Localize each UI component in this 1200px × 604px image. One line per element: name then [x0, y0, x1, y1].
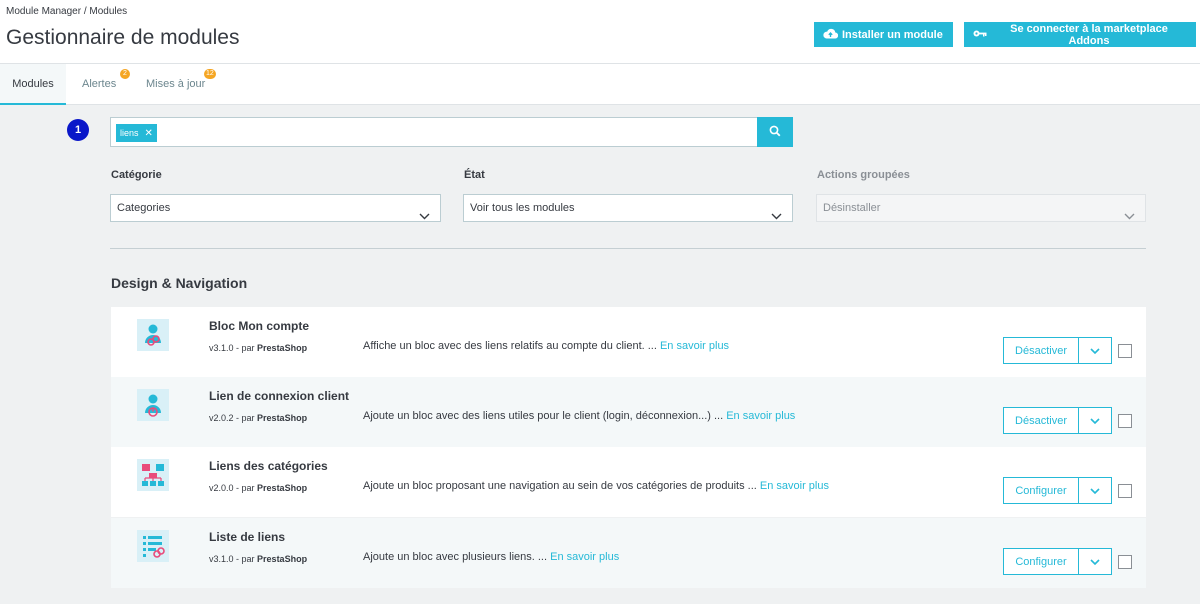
module-name: Liste de liens — [209, 530, 286, 544]
learn-more-link[interactable]: En savoir plus — [550, 551, 619, 563]
module-actions: Désactiver — [1003, 337, 1112, 364]
module-version: v3.1.0 - par PrestaShop — [209, 343, 308, 353]
category-select-value: Categories — [117, 202, 171, 214]
chevron-down-icon — [1090, 555, 1100, 569]
category-filter-label: Catégorie — [111, 169, 162, 181]
tab-label: Modules — [12, 78, 54, 90]
module-description: Ajoute un bloc proposant une navigation … — [363, 480, 829, 492]
tab-modules[interactable]: Modules — [0, 64, 66, 105]
search-icon — [769, 125, 781, 140]
update-count-badge: 12 — [204, 69, 216, 79]
configure-module-button[interactable]: Configurer — [1003, 548, 1079, 575]
module-row: Bloc Mon compte v3.1.0 - par PrestaShop … — [111, 307, 1146, 377]
learn-more-link[interactable]: En savoir plus — [660, 340, 729, 352]
chevron-down-icon — [1124, 204, 1135, 230]
module-actions: Configurer — [1003, 548, 1112, 575]
module-row: Liens des catégories v2.0.0 - par Presta… — [111, 447, 1146, 517]
disable-module-button[interactable]: Désactiver — [1003, 407, 1079, 434]
step-marker-1: 1 — [67, 119, 89, 141]
module-select-checkbox[interactable] — [1118, 484, 1132, 498]
module-select-checkbox[interactable] — [1118, 344, 1132, 358]
link-list-icon — [137, 530, 169, 562]
actions-dropdown-toggle[interactable] — [1079, 407, 1112, 434]
chevron-down-icon — [771, 204, 782, 230]
module-row: Liste de liens v3.1.0 - par PrestaShop A… — [111, 518, 1146, 588]
alert-count-badge: 2 — [120, 69, 130, 79]
key-icon — [973, 29, 987, 41]
account-link-icon — [137, 319, 169, 351]
chevron-down-icon — [1090, 414, 1100, 428]
module-name: Lien de connexion client — [209, 389, 350, 403]
module-description: Affiche un bloc avec des liens relatifs … — [363, 340, 730, 352]
module-actions: Configurer — [1003, 477, 1112, 504]
breadcrumb: Module Manager / Modules — [6, 6, 128, 17]
module-name: Liens des catégories — [209, 459, 328, 473]
divider — [110, 248, 1146, 249]
page-title: Gestionnaire de modules — [6, 26, 240, 49]
module-description: Ajoute un bloc avec plusieurs liens. ...… — [363, 551, 620, 563]
tab-updates[interactable]: Mises à jour 12 — [146, 64, 216, 105]
state-filter-label: État — [464, 169, 485, 181]
search-button[interactable] — [757, 117, 793, 147]
tab-label: Alertes — [82, 78, 117, 90]
marketplace-connect-button[interactable]: Se connecter à la marketplace Addons — [964, 22, 1196, 47]
section-title: Design & Navigation — [111, 275, 248, 291]
actions-dropdown-toggle[interactable] — [1079, 548, 1112, 575]
category-select[interactable]: Categories — [110, 194, 441, 222]
search-input[interactable]: liens ✕ — [110, 117, 758, 147]
tab-alerts[interactable]: Alertes 2 — [82, 64, 132, 105]
chevron-down-icon — [419, 204, 430, 230]
actions-dropdown-toggle[interactable] — [1079, 337, 1112, 364]
module-row: Lien de connexion client v2.0.2 - par Pr… — [111, 377, 1146, 447]
module-version: v2.0.0 - par PrestaShop — [209, 483, 308, 493]
marketplace-connect-label: Se connecter à la marketplace Addons — [1010, 22, 1168, 47]
learn-more-link[interactable]: En savoir plus — [760, 480, 829, 492]
close-icon[interactable]: ✕ — [145, 128, 153, 139]
chevron-down-icon — [1090, 484, 1100, 498]
state-select[interactable]: Voir tous les modules — [463, 194, 793, 222]
disable-module-button[interactable]: Désactiver — [1003, 337, 1079, 364]
module-select-checkbox[interactable] — [1118, 414, 1132, 428]
bulk-actions-label: Actions groupées — [817, 169, 910, 181]
state-select-value: Voir tous les modules — [470, 202, 575, 214]
tab-bar: Modules Alertes 2 Mises à jour 12 — [0, 64, 1200, 105]
cloud-upload-icon — [823, 28, 839, 42]
category-tree-icon — [137, 459, 169, 491]
install-module-button[interactable]: Installer un module — [814, 22, 953, 47]
learn-more-link[interactable]: En savoir plus — [726, 410, 795, 422]
page-header: Module Manager / Modules Gestionnaire de… — [0, 0, 1200, 64]
module-description: Ajoute un bloc avec des liens utiles pou… — [363, 410, 796, 422]
configure-module-button[interactable]: Configurer — [1003, 477, 1079, 504]
install-module-label: Installer un module — [842, 28, 943, 41]
actions-dropdown-toggle[interactable] — [1079, 477, 1112, 504]
tab-label: Mises à jour — [146, 78, 206, 90]
module-actions: Désactiver — [1003, 407, 1112, 434]
bulk-actions-select: Désinstaller — [816, 194, 1146, 222]
module-version: v2.0.2 - par PrestaShop — [209, 413, 308, 423]
module-name: Bloc Mon compte — [209, 319, 310, 333]
module-version: v3.1.0 - par PrestaShop — [209, 554, 308, 564]
search-tag-label: liens — [120, 128, 139, 138]
chevron-down-icon — [1090, 344, 1100, 358]
customer-signin-icon — [137, 389, 169, 421]
bulk-actions-value: Désinstaller — [823, 202, 881, 214]
module-select-checkbox[interactable] — [1118, 555, 1132, 569]
search-tag: liens ✕ — [116, 124, 157, 142]
